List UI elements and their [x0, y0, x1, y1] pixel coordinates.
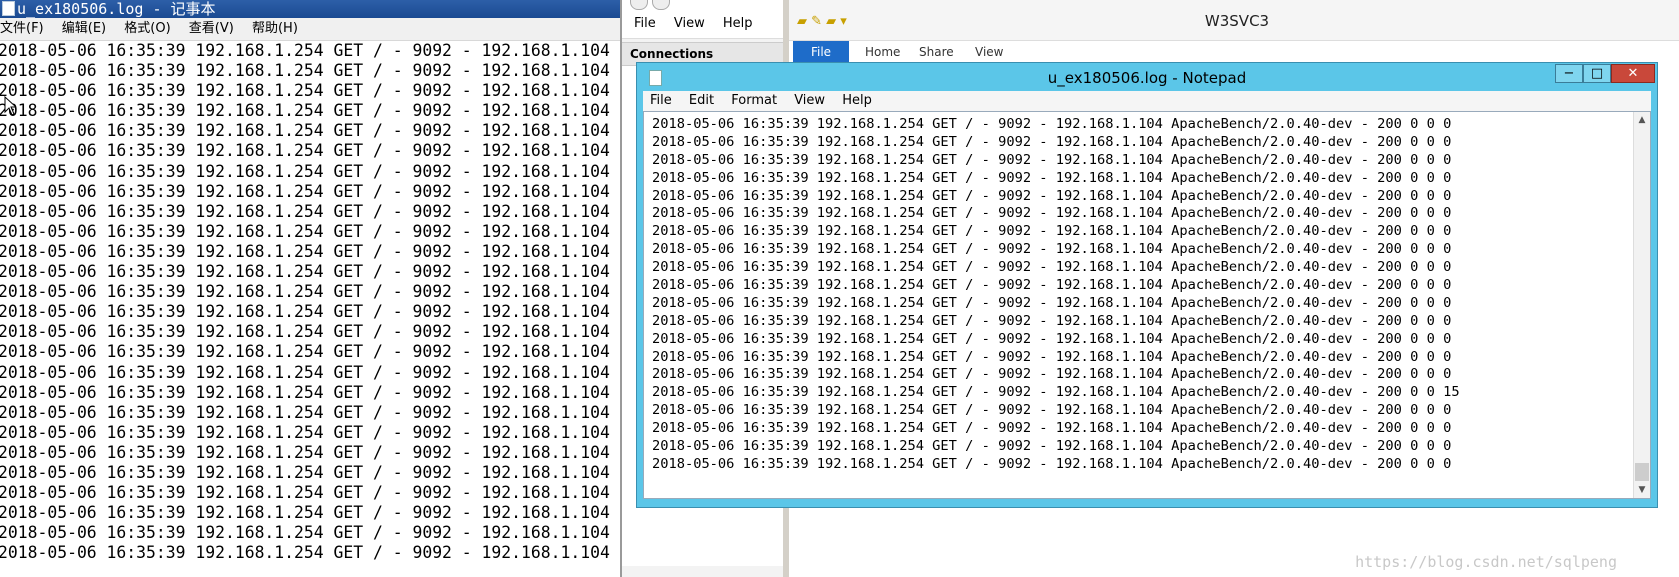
- left-log-line: 2018-05-06 16:35:39 192.168.1.254 GET / …: [0, 41, 610, 60]
- log-line: 2018-05-06 16:35:39 192.168.1.254 GET / …: [652, 241, 1452, 258]
- menu-format[interactable]: Format: [731, 91, 777, 111]
- explorer-title: W3SVC3: [1204, 12, 1270, 30]
- log-line: 2018-05-06 16:35:39 192.168.1.254 GET / …: [652, 151, 1452, 168]
- log-line: 2018-05-06 16:35:39 192.168.1.254 GET / …: [652, 205, 1452, 222]
- left-log-line: 2018-05-06 16:35:39 192.168.1.254 GET / …: [0, 282, 610, 302]
- log-line: 2018-05-06 16:35:39 192.168.1.254 GET / …: [652, 277, 1452, 294]
- notepad-text-area[interactable]: 2018-05-06 16:35:39 192.168.1.254 GET / …: [643, 111, 1651, 499]
- log-lines: 2018-05-06 16:35:39 192.168.1.254 GET / …: [652, 116, 1460, 474]
- left-notepad-menubar: 文件(F) 编辑(E) 格式(O) 查看(V) 帮助(H): [0, 18, 621, 41]
- menu-view[interactable]: View: [794, 91, 825, 111]
- iis-navigation-bar: File View Help: [622, 0, 785, 39]
- log-line: 2018-05-06 16:35:39 192.168.1.254 GET / …: [652, 438, 1452, 455]
- left-log-line: 2018-05-06 16:35:39 192.168.1.254 GET / …: [0, 462, 610, 482]
- left-notepad-titlebar[interactable]: u_ex180506.log - 记事本: [0, 0, 621, 18]
- left-log-line: 2018-05-06 16:35:39 192.168.1.254 GET / …: [0, 483, 610, 503]
- left-log-line: 2018-05-06 16:35:39 192.168.1.254 GET / …: [0, 141, 610, 161]
- log-line: 2018-05-06 16:35:39 192.168.1.254 GET / …: [652, 116, 1452, 132]
- left-notepad-title: u_ex180506.log - 记事本: [17, 0, 216, 18]
- iis-menu-file[interactable]: File: [634, 16, 656, 31]
- log-line: 2018-05-06 16:35:39 192.168.1.254 GET / …: [652, 312, 1452, 329]
- menu-edit[interactable]: Edit: [689, 91, 714, 111]
- left-log-line: 2018-05-06 16:35:39 192.168.1.254 GET / …: [0, 442, 610, 462]
- left-log-line: 2018-05-06 16:35:39 192.168.1.254 GET / …: [0, 503, 610, 523]
- forward-arrow-icon[interactable]: [652, 0, 670, 10]
- log-line: 2018-05-06 16:35:39 192.168.1.254 GET / …: [652, 384, 1460, 401]
- ribbon-tab-file[interactable]: File: [793, 41, 849, 63]
- left-log-line: 2018-05-06 16:35:39 192.168.1.254 GET / …: [0, 402, 610, 422]
- left-log-line: 2018-05-06 16:35:39 192.168.1.254 GET / …: [0, 543, 610, 563]
- left-log-line: 2018-05-06 16:35:39 192.168.1.254 GET / …: [0, 61, 610, 81]
- log-line: 2018-05-06 16:35:39 192.168.1.254 GET / …: [652, 455, 1452, 472]
- left-log-line: 2018-05-06 16:35:39 192.168.1.254 GET / …: [0, 382, 610, 402]
- vertical-scrollbar[interactable]: ▲ ▼: [1633, 112, 1650, 498]
- log-line: 2018-05-06 16:35:39 192.168.1.254 GET / …: [652, 330, 1452, 347]
- scroll-up-icon[interactable]: ▲: [1634, 112, 1650, 128]
- log-line: 2018-05-06 16:35:39 192.168.1.254 GET / …: [652, 223, 1452, 240]
- scrollbar-thumb[interactable]: [1635, 463, 1649, 481]
- left-notepad-text-area[interactable]: 2018-05-06 16:35:39 192.168.1.254 GET / …: [0, 41, 621, 563]
- left-log-line: 2018-05-06 16:35:39 192.168.1.254 GET / …: [0, 81, 610, 101]
- mouse-cursor-icon: [4, 96, 16, 116]
- back-arrow-icon[interactable]: [630, 0, 648, 10]
- scroll-down-icon[interactable]: ▼: [1634, 482, 1650, 498]
- left-log-line: 2018-05-06 16:35:39 192.168.1.254 GET / …: [0, 201, 610, 221]
- iis-menu-view[interactable]: View: [674, 16, 705, 31]
- menu-edit-cn[interactable]: 编辑(E): [62, 18, 113, 40]
- maximize-button[interactable]: □: [1583, 64, 1611, 83]
- left-log-line: 2018-05-06 16:35:39 192.168.1.254 GET / …: [0, 302, 610, 322]
- left-log-line: 2018-05-06 16:35:39 192.168.1.254 GET / …: [0, 101, 610, 121]
- ribbon-tab-view[interactable]: View: [975, 45, 1003, 59]
- left-log-line: 2018-05-06 16:35:39 192.168.1.254 GET / …: [0, 121, 610, 141]
- left-log-line: 2018-05-06 16:35:39 192.168.1.254 GET / …: [0, 342, 610, 362]
- notepad-titlebar[interactable]: u_ex180506.log - Notepad − □ ✕: [637, 63, 1657, 91]
- left-log-line: 2018-05-06 16:35:39 192.168.1.254 GET / …: [0, 181, 610, 201]
- left-log-line: 2018-05-06 16:35:39 192.168.1.254 GET / …: [0, 523, 610, 543]
- notepad-document-icon: [2, 1, 15, 16]
- left-log-line: 2018-05-06 16:35:39 192.168.1.254 GET / …: [0, 221, 610, 241]
- left-log-line: 2018-05-06 16:35:39 192.168.1.254 GET / …: [0, 262, 610, 282]
- ribbon-tab-share[interactable]: Share: [919, 45, 954, 59]
- log-line: 2018-05-06 16:35:39 192.168.1.254 GET / …: [652, 133, 1452, 150]
- ribbon-tab-home[interactable]: Home: [865, 45, 900, 59]
- menu-help-cn[interactable]: 帮助(H): [252, 18, 305, 40]
- notepad-title: u_ex180506.log - Notepad: [1047, 69, 1247, 87]
- log-line: 2018-05-06 16:35:39 192.168.1.254 GET / …: [652, 169, 1452, 186]
- left-log-line: 2018-05-06 16:35:39 192.168.1.254 GET / …: [0, 422, 610, 442]
- iis-menu-help[interactable]: Help: [723, 16, 753, 31]
- notepad-window: u_ex180506.log - Notepad − □ ✕ File Edit…: [636, 62, 1658, 508]
- log-line: 2018-05-06 16:35:39 192.168.1.254 GET / …: [652, 348, 1452, 365]
- log-line: 2018-05-06 16:35:39 192.168.1.254 GET / …: [652, 420, 1452, 437]
- left-log-line: 2018-05-06 16:35:39 192.168.1.254 GET / …: [0, 322, 610, 342]
- left-log-line: 2018-05-06 16:35:39 192.168.1.254 GET / …: [0, 241, 610, 261]
- log-line: 2018-05-06 16:35:39 192.168.1.254 GET / …: [652, 366, 1452, 383]
- menu-format-cn[interactable]: 格式(O): [124, 18, 177, 40]
- iis-menubar: File View Help: [634, 16, 767, 31]
- menu-view-cn[interactable]: 查看(V): [189, 18, 241, 40]
- menu-file[interactable]: File: [650, 91, 672, 111]
- explorer-titlebar[interactable]: ▰ ✎ ▰ ▾ W3SVC3: [789, 0, 1679, 41]
- log-line: 2018-05-06 16:35:39 192.168.1.254 GET / …: [652, 402, 1452, 419]
- menu-file-cn[interactable]: 文件(F): [0, 18, 51, 40]
- notepad-menubar: File Edit Format View Help: [643, 91, 1651, 111]
- log-line: 2018-05-06 16:35:39 192.168.1.254 GET / …: [652, 187, 1452, 204]
- explorer-ribbon-tabs: File Home Share View: [789, 41, 1679, 63]
- left-log-line: 2018-05-06 16:35:39 192.168.1.254 GET / …: [0, 362, 610, 382]
- close-button[interactable]: ✕: [1611, 64, 1655, 83]
- left-log-line: 2018-05-06 16:35:39 192.168.1.254 GET / …: [0, 161, 610, 181]
- menu-help[interactable]: Help: [842, 91, 872, 111]
- watermark-text: https://blog.csdn.net/sqlpeng: [1355, 553, 1617, 571]
- log-line: 2018-05-06 16:35:39 192.168.1.254 GET / …: [652, 294, 1452, 311]
- log-line: 2018-05-06 16:35:39 192.168.1.254 GET / …: [652, 259, 1452, 276]
- left-notepad-window: u_ex180506.log - 记事本 文件(F) 编辑(E) 格式(O) 查…: [0, 0, 621, 577]
- minimize-button[interactable]: −: [1555, 64, 1583, 83]
